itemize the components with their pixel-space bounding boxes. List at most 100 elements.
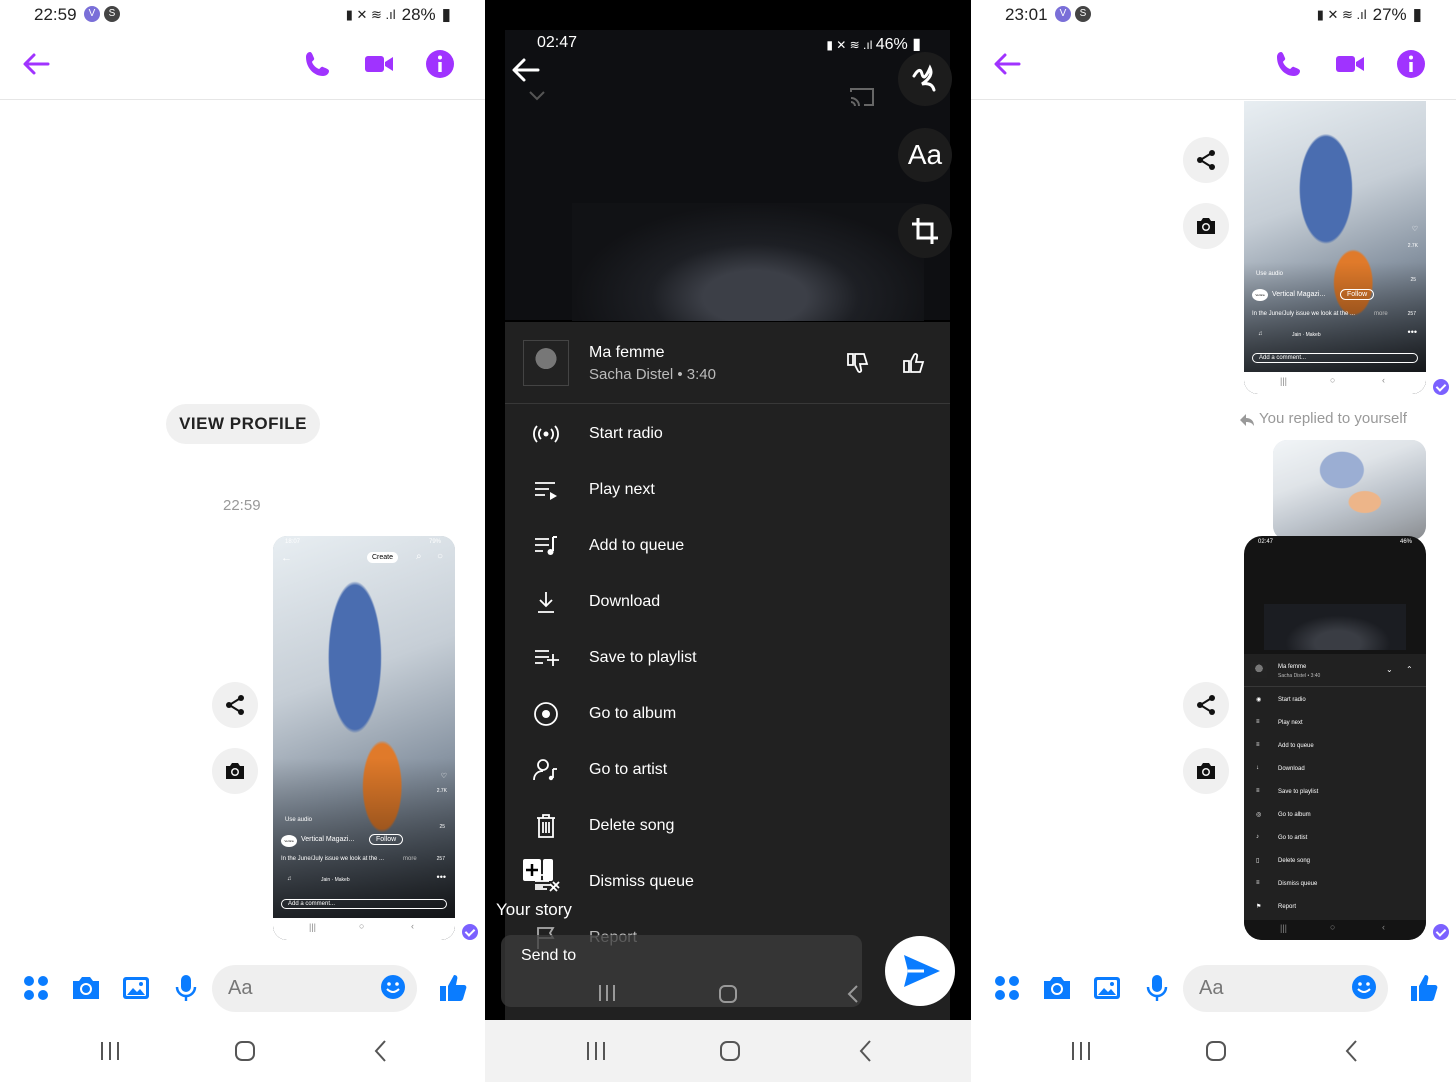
thumbs-down-icon: ⌄ xyxy=(1386,665,1393,674)
menu-delete-song[interactable]: Delete song xyxy=(505,798,950,854)
view-profile-button[interactable]: VIEW PROFILE xyxy=(166,404,320,444)
share-icon xyxy=(1197,695,1215,715)
send-to-field[interactable]: Send to xyxy=(501,935,862,1007)
thumbs-up-icon[interactable] xyxy=(436,972,468,1004)
music-note-icon: ♫ xyxy=(287,876,292,882)
menu-download[interactable]: Download xyxy=(505,574,950,630)
menu-go-to-artist[interactable]: Go to artist xyxy=(505,742,950,798)
nav-back-icon[interactable] xyxy=(851,1036,881,1066)
signal-icon: ▮ ✕ ≋ .ıl xyxy=(826,38,876,52)
info-icon[interactable] xyxy=(1395,48,1427,80)
message-input[interactable]: Aa xyxy=(1183,965,1388,1012)
story-add-icon[interactable] xyxy=(521,857,561,891)
back-arrow-icon[interactable] xyxy=(20,48,52,80)
camera-reply-button[interactable] xyxy=(1183,203,1229,249)
squiggle-icon xyxy=(912,64,936,92)
youtube-music-screen xyxy=(505,30,950,321)
menu-save-to-playlist[interactable]: Save to playlist xyxy=(505,630,950,686)
search-icon: ⌕ xyxy=(416,551,422,562)
chat-header xyxy=(0,30,485,100)
composer-bar: Aa xyxy=(971,960,1456,1020)
send-button[interactable] xyxy=(885,936,955,1006)
messenger-chat-panel-3: 23:01 VS ▮ ✕ ≋ .ıl 27% ▮ ♡ 2.7K 25 257 •… xyxy=(971,0,1456,1082)
more-icon: ••• xyxy=(1407,327,1417,337)
android-nav-bar xyxy=(971,1020,1456,1082)
video-call-icon[interactable] xyxy=(1334,48,1366,80)
story-editor-panel: 02:47 ▮ ✕ ≋ .ıl 46% ▮ Aa Ma femme Sacha … xyxy=(485,0,971,1082)
thumbs-up-icon[interactable] xyxy=(1407,972,1439,1004)
status-bar: 23:01 VS ▮ ✕ ≋ .ıl 27% ▮ xyxy=(1005,5,1422,24)
download-icon xyxy=(538,592,554,613)
gallery-icon[interactable] xyxy=(120,972,152,1004)
recent-apps-icon[interactable] xyxy=(1066,1036,1096,1066)
android-nav-bar xyxy=(485,1020,971,1082)
vpn-icon: V xyxy=(84,6,100,22)
thumbs-up-icon[interactable] xyxy=(901,351,925,375)
phone-call-icon[interactable] xyxy=(302,48,334,80)
thumbs-down-icon[interactable] xyxy=(845,351,869,375)
radio-icon xyxy=(533,425,559,443)
camera-icon xyxy=(1197,218,1215,234)
home-icon xyxy=(719,985,737,1003)
microphone-icon[interactable] xyxy=(170,972,202,1004)
camera-icon[interactable] xyxy=(1041,972,1073,1004)
microphone-icon[interactable] xyxy=(1141,972,1173,1004)
home-icon[interactable] xyxy=(715,1036,745,1066)
status-bar: 02:47 ▮ ✕ ≋ .ıl 46% ▮ xyxy=(537,34,921,53)
message-input[interactable]: Aa xyxy=(212,965,417,1012)
reply-note: You replied to yourself xyxy=(1259,410,1407,427)
home-icon[interactable] xyxy=(230,1036,260,1066)
like-icon: ♡ xyxy=(1411,226,1418,233)
share-button[interactable] xyxy=(1183,682,1229,728)
menu-go-to-album[interactable]: Go to album xyxy=(505,686,950,742)
emoji-icon[interactable] xyxy=(379,973,407,1001)
back-arrow-icon[interactable] xyxy=(991,48,1023,80)
song-options-sheet: Ma femme Sacha Distel • 3:40 ⌄ ⌃ ◉ Start … xyxy=(1244,654,1426,920)
nav-back-icon[interactable] xyxy=(366,1036,396,1066)
play-next-icon xyxy=(535,482,557,500)
crop-icon xyxy=(912,218,938,244)
recent-apps-icon xyxy=(599,985,615,1001)
menu-start-radio[interactable]: Start radio xyxy=(505,406,950,462)
menu-grid-icon[interactable] xyxy=(991,972,1023,1004)
song-title: Ma femme xyxy=(589,344,665,361)
shared-screenshot-message[interactable]: 18:07 79% ← Create ⌕ ○ ♡ 2.7K 25 257 •••… xyxy=(273,536,455,940)
menu-add-to-queue[interactable]: Add to queue xyxy=(505,518,950,574)
video-call-icon[interactable] xyxy=(363,48,395,80)
draw-tool-button[interactable] xyxy=(898,52,952,106)
menu-play-next[interactable]: Play next xyxy=(505,462,950,518)
phone-call-icon[interactable] xyxy=(1273,48,1305,80)
camera-icon[interactable] xyxy=(70,972,102,1004)
playlist-add-icon xyxy=(535,650,559,666)
more-icon: ••• xyxy=(436,872,446,882)
your-story-label[interactable]: Your story xyxy=(496,900,572,920)
info-icon[interactable] xyxy=(424,48,456,80)
camera-reply-button[interactable] xyxy=(212,748,258,794)
recent-apps-icon[interactable] xyxy=(95,1036,125,1066)
share-button[interactable] xyxy=(212,682,258,728)
read-receipt-icon xyxy=(1433,924,1449,940)
home-icon[interactable] xyxy=(1201,1036,1231,1066)
emoji-icon[interactable] xyxy=(1350,973,1378,1001)
gallery-icon[interactable] xyxy=(1091,972,1123,1004)
crop-tool-button[interactable] xyxy=(898,204,952,258)
signal-icon: ▮ ✕ ≋ .ıl xyxy=(1316,7,1367,22)
camera-reply-button[interactable] xyxy=(1183,748,1229,794)
battery-icon: ▮ xyxy=(441,5,451,24)
video-thumbnail xyxy=(1264,604,1406,650)
share-icon xyxy=(1197,150,1215,170)
album-icon xyxy=(534,702,558,726)
shared-screenshot-message[interactable]: ♡ 2.7K 25 257 ••• Use audio Vertica Vert… xyxy=(1244,101,1426,394)
back-arrow-icon[interactable] xyxy=(511,56,541,84)
messenger-chat-panel-1: 22:59 VS ▮ ✕ ≋ .ıl 28% ▮ VIEW PROFILE 22… xyxy=(0,0,485,1082)
share-button[interactable] xyxy=(1183,137,1229,183)
shazam-icon: S xyxy=(1075,6,1091,22)
back-arrow-icon: ← xyxy=(281,552,292,564)
menu-grid-icon[interactable] xyxy=(20,972,52,1004)
shared-screenshot-reply[interactable]: 02:47 46% Ma femme Sacha Distel • 3:40 ⌄… xyxy=(1244,536,1426,940)
song-header: Ma femme Sacha Distel • 3:40 xyxy=(505,322,950,404)
recent-apps-icon[interactable] xyxy=(581,1036,611,1066)
cast-icon xyxy=(850,88,874,107)
text-tool-button[interactable]: Aa xyxy=(898,128,952,182)
nav-back-icon[interactable] xyxy=(1337,1036,1367,1066)
